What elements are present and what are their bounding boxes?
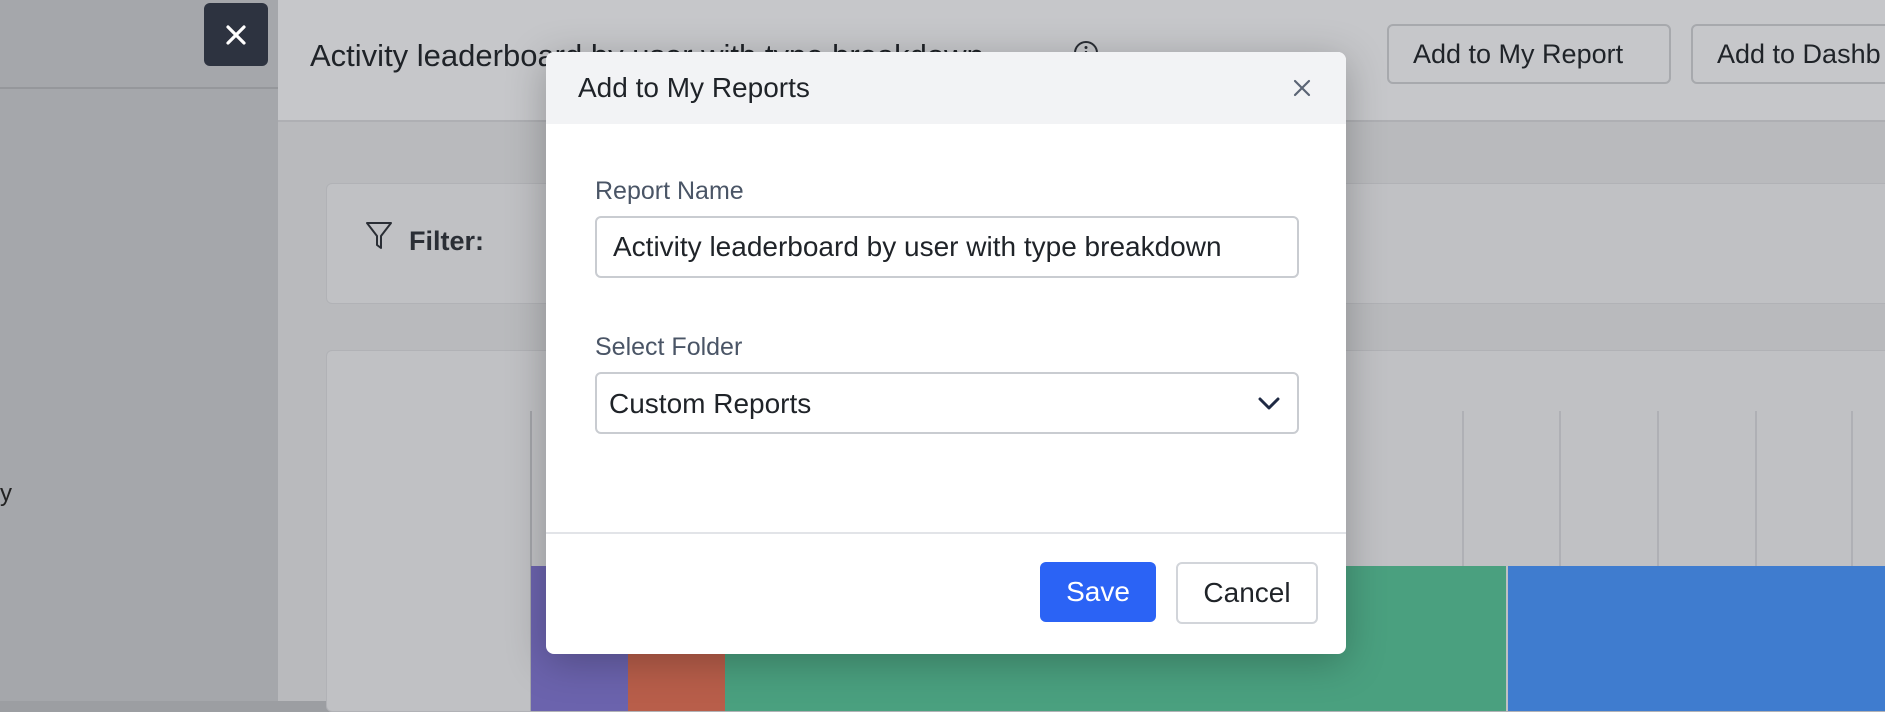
modal-footer-divider <box>546 532 1346 534</box>
add-to-reports-modal: Add to My Reports Report Name Select Fol… <box>546 52 1346 654</box>
cancel-button[interactable]: Cancel <box>1176 562 1318 624</box>
report-name-input[interactable] <box>595 216 1299 278</box>
select-folder-value: Custom Reports <box>609 388 812 419</box>
modal-header: Add to My Reports <box>546 52 1346 124</box>
report-name-label: Report Name <box>595 177 744 205</box>
close-icon <box>1293 79 1311 97</box>
modal-title: Add to My Reports <box>578 72 810 103</box>
select-folder-dropdown[interactable]: Custom Reports <box>595 372 1299 434</box>
save-button[interactable]: Save <box>1040 562 1156 622</box>
modal-close-button[interactable] <box>1284 70 1320 106</box>
chevron-down-icon <box>1258 397 1280 410</box>
select-folder-label: Select Folder <box>595 333 743 361</box>
